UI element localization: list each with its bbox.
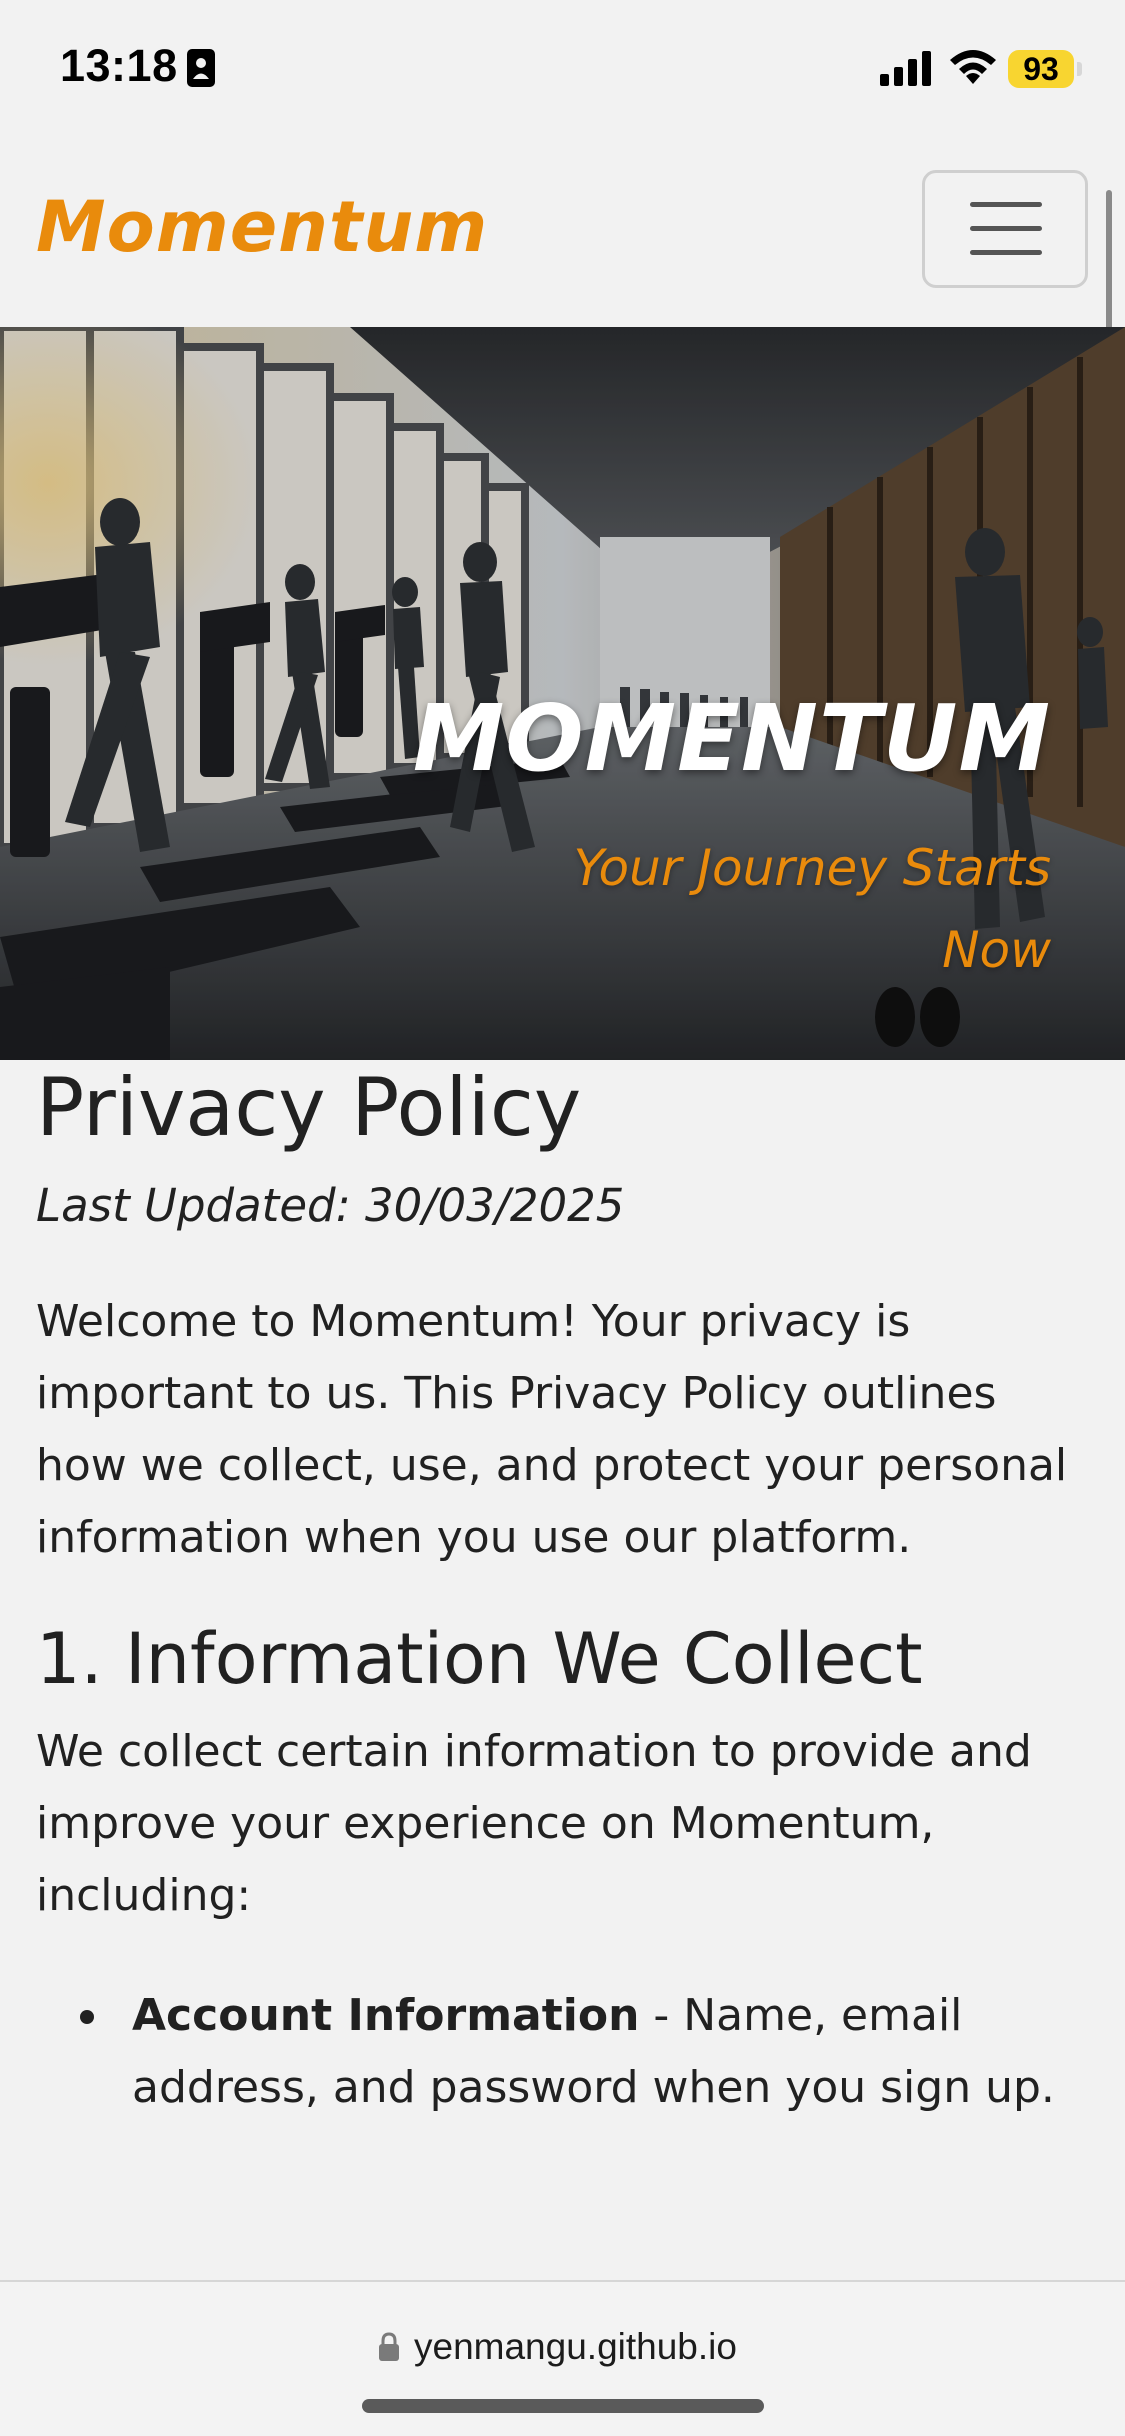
cellular-signal-icon xyxy=(880,51,931,86)
url-text[interactable]: yenmangu.github.io xyxy=(414,2326,737,2368)
wifi-icon xyxy=(950,50,996,84)
menu-toggle-button[interactable] xyxy=(922,170,1088,288)
status-bar: 13:18 93 xyxy=(0,0,1125,140)
battery-icon: 93 xyxy=(1008,50,1074,88)
list-item-label: Account Information xyxy=(132,1990,640,2041)
id-card-icon xyxy=(187,49,215,87)
battery-nub xyxy=(1077,62,1082,76)
privacy-policy-content: Privacy Policy Last Updated: 30/03/2025 … xyxy=(36,1060,1086,2124)
list-item: Account Information - Name, email addres… xyxy=(80,1980,1086,2124)
last-updated-date: Last Updated: 30/03/2025 xyxy=(36,1179,625,1232)
section-heading-information-we-collect: 1. Information We Collect xyxy=(36,1618,923,1700)
information-list: Account Information - Name, email addres… xyxy=(36,1980,1086,2124)
scroll-indicator xyxy=(1106,190,1112,330)
hero-title: MOMENTUM xyxy=(412,685,1051,792)
page-title: Privacy Policy xyxy=(36,1061,582,1154)
status-time: 13:18 xyxy=(60,40,178,91)
brand-logo-link[interactable]: Momentum xyxy=(36,186,488,268)
bullet-icon xyxy=(80,2010,94,2024)
hero-subtitle: Your Journey Starts Now xyxy=(573,839,1052,979)
lock-icon xyxy=(379,2332,399,2361)
browser-url-bar[interactable]: yenmangu.github.io xyxy=(0,2280,1125,2436)
navbar: Momentum xyxy=(0,140,1125,327)
home-indicator xyxy=(362,2399,764,2413)
intro-paragraph: Welcome to Momentum! Your privacy is imp… xyxy=(36,1296,1068,1563)
hamburger-menu-icon xyxy=(970,200,1042,260)
hero-banner: MOMENTUM Your Journey Starts Now xyxy=(0,327,1125,1060)
section-intro-paragraph: We collect certain information to provid… xyxy=(36,1726,1032,1921)
